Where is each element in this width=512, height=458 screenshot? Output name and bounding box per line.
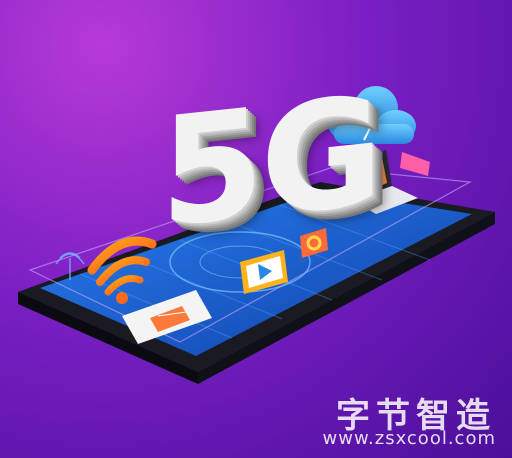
illustration-canvas: 5G 字节智造 www.zsxcool.com — [0, 0, 512, 458]
5g-hero-text: 5G — [160, 64, 380, 262]
watermark-url: www.zsxcool.com — [322, 428, 496, 449]
